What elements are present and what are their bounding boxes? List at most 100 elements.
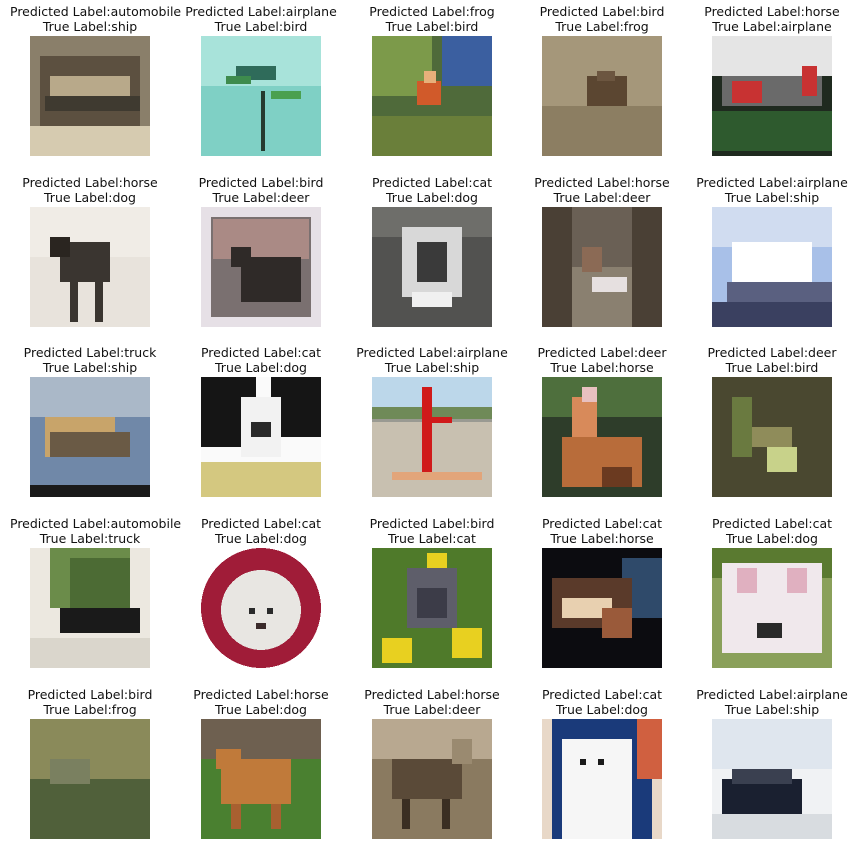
cell-caption: Predicted Label:horse True Label:airplane	[692, 4, 852, 34]
true-label: True Label:dog	[44, 190, 136, 205]
ferry-photo	[712, 207, 832, 327]
predicted-label: Predicted Label:cat	[200, 516, 322, 531]
predicted-label: Predicted Label:horse	[704, 4, 840, 19]
predicted-label: Predicted Label:automobile	[10, 4, 182, 19]
grid-cell: Predicted Label:horse True Label:deer	[352, 683, 512, 839]
cell-caption: Predicted Label:cat True Label:dog	[692, 516, 852, 546]
true-label: True Label:horse	[550, 360, 654, 375]
true-label: True Label:frog	[555, 19, 649, 34]
cell-caption: Predicted Label:cat True Label:dog	[352, 175, 512, 205]
grid-cell: Predicted Label:cat True Label:dog	[352, 171, 512, 327]
pickup-truck-photo	[30, 548, 150, 668]
grid-cell: Predicted Label:truck True Label:ship	[10, 341, 170, 497]
predicted-label: Predicted Label:horse	[364, 687, 500, 702]
cat-in-flowers-photo	[372, 548, 492, 668]
predicted-label: Predicted Label:horse	[22, 175, 158, 190]
cell-caption: Predicted Label:cat True Label:dog	[522, 687, 682, 717]
true-label: True Label:airplane	[712, 19, 832, 34]
grid-cell: Predicted Label:automobile True Label:shi…	[10, 0, 182, 156]
predicted-label: Predicted Label:airplane	[185, 4, 337, 19]
predicted-label: Predicted Label:deer	[707, 345, 837, 360]
cell-caption: Predicted Label:bird True Label:frog	[10, 687, 170, 717]
grid-cell: Predicted Label:horse True Label:dog	[10, 171, 170, 327]
grid-cell: Predicted Label:airplane True Label:ship	[692, 171, 852, 327]
brown-dog-grass-photo	[201, 719, 321, 839]
frog-on-ground-photo	[542, 36, 662, 156]
true-label: True Label:bird	[725, 360, 819, 375]
predicted-label: Predicted Label:cat	[541, 687, 663, 702]
cell-caption: Predicted Label:bird True Label:deer	[181, 175, 341, 205]
cell-caption: Predicted Label:horse True Label:deer	[352, 687, 512, 717]
cell-caption: Predicted Label:deer True Label:bird	[692, 345, 852, 375]
red-ship-bow-photo	[372, 377, 492, 497]
grid-cell: Predicted Label:cat True Label:dog	[692, 512, 852, 668]
cell-caption: Predicted Label:cat True Label:horse	[522, 516, 682, 546]
grid-cell: Predicted Label:cat True Label:dog	[181, 341, 341, 497]
grid-cell: Predicted Label:horse True Label:airplane	[692, 0, 852, 156]
predicted-label: Predicted Label:frog	[369, 4, 495, 19]
predicted-label: Predicted Label:bird	[27, 687, 153, 702]
dog-standing-photo	[30, 207, 150, 327]
grid-cell: Predicted Label:automobile True Label:tru…	[10, 512, 182, 668]
true-label: True Label:bird	[214, 19, 308, 34]
grid-cell: Predicted Label:cat True Label:horse	[522, 512, 682, 668]
cell-caption: Predicted Label:airplane True Label:ship	[692, 175, 852, 205]
true-label: True Label:ship	[42, 19, 138, 34]
bird-on-branch-photo	[712, 377, 832, 497]
cell-caption: Predicted Label:airplane True Label:ship	[692, 687, 852, 717]
true-label: True Label:dog	[556, 702, 648, 717]
frog-in-water-photo	[30, 719, 150, 839]
true-label: True Label:cat	[388, 531, 476, 546]
horse-head-photo	[542, 548, 662, 668]
black-white-dog-photo	[201, 377, 321, 497]
cell-caption: Predicted Label:airplane True Label:ship	[352, 345, 512, 375]
predicted-label: Predicted Label:cat	[541, 516, 663, 531]
grid-cell: Predicted Label:bird True Label:cat	[352, 512, 512, 668]
predicted-label: Predicted Label:cat	[200, 345, 322, 360]
small-plane-photo	[712, 36, 832, 156]
predicted-label: Predicted Label:airplane	[356, 345, 508, 360]
predicted-label: Predicted Label:bird	[539, 4, 665, 19]
predicted-label: Predicted Label:airplane	[696, 175, 848, 190]
cruise-ship-photo	[712, 719, 832, 839]
grid-cell: Predicted Label:cat True Label:dog	[522, 683, 682, 839]
true-label: True Label:ship	[384, 360, 480, 375]
cell-caption: Predicted Label:bird True Label:frog	[522, 4, 682, 34]
true-label: True Label:deer	[383, 702, 481, 717]
true-label: True Label:ship	[42, 360, 138, 375]
predicted-label: Predicted Label:automobile	[10, 516, 182, 531]
moose-painting-photo	[201, 207, 321, 327]
cell-caption: Predicted Label:frog True Label:bird	[352, 4, 512, 34]
grid-cell: Predicted Label:airplane True Label:ship	[692, 683, 852, 839]
cell-caption: Predicted Label:cat True Label:dog	[181, 345, 341, 375]
true-label: True Label:dog	[215, 531, 307, 546]
cell-caption: Predicted Label:cat True Label:dog	[181, 516, 341, 546]
true-label: True Label:ship	[724, 190, 820, 205]
white-dog-round-photo	[201, 548, 321, 668]
true-label: True Label:dog	[215, 360, 307, 375]
predicted-label: Predicted Label:airplane	[696, 687, 848, 702]
true-label: True Label:dog	[386, 190, 478, 205]
predicted-label: Predicted Label:horse	[534, 175, 670, 190]
boat-photo	[30, 36, 150, 156]
cell-caption: Predicted Label:automobile True Label:shi…	[10, 4, 182, 34]
grid-cell: Predicted Label:bird True Label:frog	[522, 0, 682, 156]
grid-cell: Predicted Label:bird True Label:deer	[181, 171, 341, 327]
predicted-label: Predicted Label:horse	[193, 687, 329, 702]
cell-caption: Predicted Label:horse True Label:dog	[181, 687, 341, 717]
true-label: True Label:dog	[215, 702, 307, 717]
grid-cell: Predicted Label:cat True Label:dog	[181, 512, 341, 668]
deer-in-woods-photo	[542, 207, 662, 327]
true-label: True Label:frog	[43, 702, 137, 717]
grid-cell: Predicted Label:airplane True Label:ship	[352, 341, 512, 497]
grid-cell: Predicted Label:airplane True Label:bird	[181, 0, 341, 156]
predicted-label: Predicted Label:cat	[371, 175, 493, 190]
grid-cell: Predicted Label:horse True Label:dog	[181, 683, 341, 839]
white-puppy-photo	[712, 548, 832, 668]
true-label: True Label:horse	[550, 531, 654, 546]
grid-cell: Predicted Label:bird True Label:frog	[10, 683, 170, 839]
rider-on-horse-photo	[542, 377, 662, 497]
true-label: True Label:bird	[385, 19, 479, 34]
true-label: True Label:dog	[726, 531, 818, 546]
boat-painting-photo	[30, 377, 150, 497]
